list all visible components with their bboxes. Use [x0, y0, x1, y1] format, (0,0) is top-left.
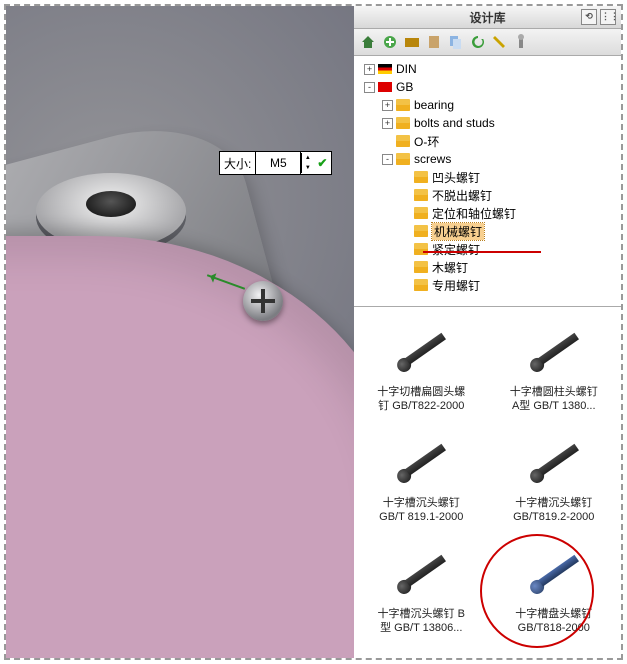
panel-title: 设计库 — [469, 9, 505, 26]
library-tree[interactable]: +DIN -GB +bearing +bolts and studs O-环 -… — [354, 56, 621, 307]
size-label: 大小: — [220, 155, 255, 172]
folder-icon — [414, 243, 428, 255]
thumb-caption: GB/T 819.1-2000 — [379, 510, 463, 524]
copy-icon[interactable] — [448, 34, 464, 50]
size-input[interactable] — [255, 152, 301, 174]
flag-de-icon — [378, 64, 392, 74]
screw-icon — [527, 441, 581, 485]
pin-icon[interactable]: ⟲ — [581, 9, 597, 25]
size-spinner[interactable]: ▲▼ — [301, 153, 313, 173]
thumb-caption: 十字槽沉头螺钉 — [383, 496, 460, 510]
folder-icon — [414, 279, 428, 291]
tree-node-s4[interactable]: 机械螺钉 — [354, 222, 621, 240]
tree-node-s2[interactable]: 不脱出螺钉 — [354, 186, 621, 204]
tree-node-s1[interactable]: 凹头螺钉 — [354, 168, 621, 186]
folder-icon — [414, 171, 428, 183]
design-library-panel: 设计库 ⟲ ⋮⋮ +DIN -GB +bearing +bolts and st… — [354, 6, 621, 658]
thumb-caption: 十字槽沉头螺钉 — [515, 496, 592, 510]
folder-icon — [414, 225, 428, 237]
screw-icon — [394, 441, 448, 485]
size-popup: 大小: ▲▼ ✔ — [219, 151, 332, 175]
thumb-caption: GB/T818-2000 — [518, 621, 590, 635]
folder-icon — [414, 207, 428, 219]
part-thumb-4[interactable]: 十字槽沉头螺钉 B 型 GB/T 13806... — [358, 541, 485, 646]
menu-icon[interactable]: ⋮⋮ — [600, 9, 616, 25]
toolbox-icon[interactable] — [514, 34, 530, 50]
collapse-icon[interactable]: - — [364, 82, 375, 93]
expand-icon[interactable]: + — [382, 118, 393, 129]
tree-node-screws[interactable]: -screws — [354, 150, 621, 168]
tree-node-bearing[interactable]: +bearing — [354, 96, 621, 114]
screw-icon — [394, 330, 448, 374]
leaf-icon — [382, 136, 393, 147]
folder-icon — [396, 117, 410, 129]
folder-icon — [396, 99, 410, 111]
part-thumb-5[interactable]: 十字槽盘头螺钉 GB/T818-2000 — [491, 541, 618, 646]
parts-thumbnail-grid[interactable]: 十字切槽扁圆头螺 钉 GB/T822-2000 十字槽圆柱头螺钉 A型 GB/T… — [354, 307, 621, 658]
tree-node-bolts[interactable]: +bolts and studs — [354, 114, 621, 132]
thumb-caption: GB/T819.2-2000 — [513, 510, 594, 524]
part-thumb-2[interactable]: 十字槽沉头螺钉 GB/T 819.1-2000 — [358, 430, 485, 535]
tree-node-s6[interactable]: 木螺钉 — [354, 258, 621, 276]
thumb-caption: 十字切槽扁圆头螺 — [377, 385, 465, 399]
home-icon[interactable] — [360, 34, 376, 50]
part-thumb-3[interactable]: 十字槽沉头螺钉 GB/T819.2-2000 — [491, 430, 618, 535]
folder-icon — [414, 189, 428, 201]
configure-icon[interactable] — [492, 34, 508, 50]
tree-node-din[interactable]: +DIN — [354, 60, 621, 78]
part-screwhead — [243, 281, 283, 321]
expand-icon[interactable]: + — [364, 64, 375, 75]
tree-node-s5[interactable]: 紧定螺钉 — [354, 240, 621, 258]
screw-icon — [527, 330, 581, 374]
flag-cn-icon — [378, 82, 392, 92]
folder-icon — [396, 153, 410, 165]
expand-icon[interactable]: + — [382, 100, 393, 111]
part-thumb-0[interactable]: 十字切槽扁圆头螺 钉 GB/T822-2000 — [358, 319, 485, 424]
screw-icon — [527, 552, 581, 596]
thumb-caption: 十字槽圆柱头螺钉 — [510, 385, 598, 399]
collapse-icon[interactable]: - — [382, 154, 393, 165]
size-confirm-icon[interactable]: ✔ — [313, 156, 331, 170]
folder-icon — [396, 135, 410, 147]
refresh-icon[interactable] — [470, 34, 486, 50]
tree-node-s3[interactable]: 定位和轴位螺钉 — [354, 204, 621, 222]
new-folder-icon[interactable] — [404, 34, 420, 50]
tree-node-s7[interactable]: 专用螺钉 — [354, 276, 621, 294]
thumb-caption: 钉 GB/T822-2000 — [378, 399, 464, 413]
folder-icon — [414, 261, 428, 273]
thumb-caption: 十字槽盘头螺钉 — [515, 607, 592, 621]
add-location-icon[interactable] — [382, 34, 398, 50]
panel-toolbar — [354, 29, 621, 56]
paste-icon[interactable] — [426, 34, 442, 50]
tree-node-oring[interactable]: O-环 — [354, 132, 621, 150]
model-viewport[interactable]: 大小: ▲▼ ✔ — [6, 6, 354, 658]
thumb-caption: 十字槽沉头螺钉 B — [378, 607, 465, 621]
part-thumb-1[interactable]: 十字槽圆柱头螺钉 A型 GB/T 1380... — [491, 319, 618, 424]
thumb-caption: A型 GB/T 1380... — [512, 399, 596, 413]
tree-node-gb[interactable]: -GB — [354, 78, 621, 96]
screw-icon — [394, 552, 448, 596]
thumb-caption: 型 GB/T 13806... — [380, 621, 462, 635]
panel-header: 设计库 ⟲ ⋮⋮ — [354, 6, 621, 29]
